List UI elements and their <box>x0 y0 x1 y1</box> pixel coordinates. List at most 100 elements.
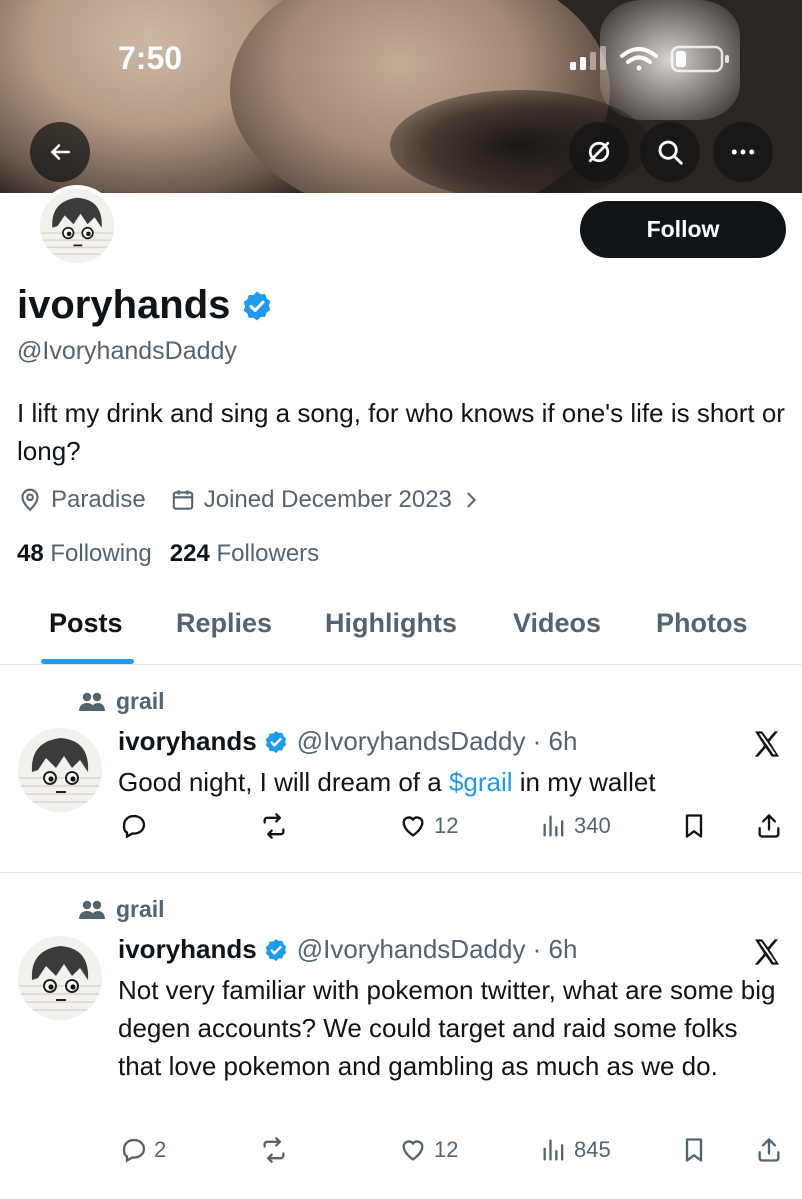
location-text: Paradise <box>51 486 146 513</box>
community-context[interactable]: grail <box>78 896 165 923</box>
post-text-part: Good night, I will dream of a <box>118 767 449 797</box>
tab-highlights[interactable]: Highlights <box>325 608 457 639</box>
followers-link[interactable]: 224 Followers <box>170 540 319 568</box>
profile-joined[interactable]: Joined December 2023 <box>170 486 482 514</box>
like-count: 12 <box>434 1137 459 1162</box>
profile-bio: I lift my drink and sing a song, for who… <box>17 398 785 466</box>
heart-icon <box>402 816 424 837</box>
views-button[interactable]: 845 <box>540 1136 611 1164</box>
post-header: ivoryhands @IvoryhandsDaddy · 6h <box>118 934 577 965</box>
community-icon <box>79 900 105 919</box>
heart-icon <box>402 1140 424 1161</box>
follow-button[interactable]: Follow <box>580 201 786 258</box>
avatar-drawing <box>40 189 114 263</box>
avatar-drawing <box>18 728 102 812</box>
followers-label: Followers <box>216 540 320 567</box>
views-button[interactable]: 340 <box>540 812 611 840</box>
verified-badge-icon <box>265 730 286 753</box>
bookmark-button[interactable] <box>680 812 708 840</box>
reply-icon <box>122 1138 146 1163</box>
like-button[interactable]: 12 <box>398 812 458 840</box>
repost-button[interactable] <box>258 1136 290 1164</box>
tab-videos[interactable]: Videos <box>513 608 601 639</box>
views-icon <box>543 1139 564 1161</box>
following-label: Following <box>50 540 152 567</box>
bookmark-button[interactable] <box>680 1136 708 1164</box>
location-pin-icon <box>21 488 39 512</box>
post-author-name[interactable]: ivoryhands <box>118 726 257 757</box>
reply-icon <box>122 814 146 839</box>
profile-display-name: ivoryhands <box>17 283 274 328</box>
tab-replies[interactable]: Replies <box>176 608 272 639</box>
back-button[interactable] <box>30 122 90 182</box>
views-count: 340 <box>574 813 611 838</box>
display-name-text: ivoryhands <box>17 283 231 327</box>
views-count: 845 <box>574 1137 611 1162</box>
signal-icon <box>570 46 606 70</box>
slash-circle-icon <box>588 141 610 163</box>
community-context[interactable]: grail <box>78 688 165 715</box>
like-button[interactable]: 12 <box>398 1136 458 1164</box>
chevron-right-icon <box>467 492 476 508</box>
active-tab-indicator <box>41 659 134 664</box>
search-icon <box>658 140 683 165</box>
post-text: Not very familiar with pokemon twitter, … <box>118 975 776 1081</box>
followers-count: 224 <box>169 540 210 567</box>
more-button[interactable] <box>713 122 773 182</box>
cashtag-link[interactable]: $grail <box>449 767 513 797</box>
profile-handle: @IvoryhandsDaddy <box>17 337 237 365</box>
bookmark-icon <box>685 814 703 838</box>
following-link[interactable]: 48 Following <box>17 540 152 568</box>
battery-icon <box>670 45 729 73</box>
profile-avatar[interactable] <box>36 185 118 267</box>
profile-meta: Paradise Joined December 2023 <box>17 486 506 514</box>
repost-button[interactable] <box>258 812 290 840</box>
arrow-left-icon <box>51 144 70 160</box>
reply-button[interactable] <box>120 812 154 840</box>
share-icon <box>758 1138 780 1162</box>
wifi-icon <box>620 47 658 71</box>
post-actions: 12 340 <box>0 812 802 852</box>
x-logo-icon[interactable] <box>750 936 784 968</box>
post-header: ivoryhands @IvoryhandsDaddy · 6h <box>118 726 577 757</box>
community-name: grail <box>116 688 165 714</box>
x-logo-icon[interactable] <box>750 728 784 760</box>
post-item[interactable]: grail ivoryhands @IvoryhandsDaddy · 6h N… <box>0 874 802 1199</box>
reply-button[interactable]: 2 <box>120 1136 166 1164</box>
joined-text: Joined December 2023 <box>203 486 452 513</box>
post-avatar[interactable] <box>18 936 102 1020</box>
grok-button[interactable] <box>569 122 629 182</box>
community-name: grail <box>116 896 165 922</box>
tab-posts[interactable]: Posts <box>49 608 123 639</box>
repost-icon <box>263 813 285 839</box>
views-icon <box>543 815 564 837</box>
verified-badge-icon[interactable] <box>240 289 274 323</box>
profile-location: Paradise <box>17 486 146 514</box>
post-author-name[interactable]: ivoryhands <box>118 934 257 965</box>
reply-count: 2 <box>154 1137 167 1162</box>
post-actions: 2 12 845 <box>0 1136 802 1176</box>
post-handle-time: @IvoryhandsDaddy · 6h <box>296 726 578 756</box>
community-icon <box>79 692 105 711</box>
post-item[interactable]: grail ivoryhands @IvoryhandsDaddy · 6h G… <box>0 666 802 873</box>
tab-photos[interactable]: Photos <box>656 608 748 639</box>
post-handle-time: @IvoryhandsDaddy · 6h <box>296 934 578 964</box>
share-button[interactable] <box>755 812 783 840</box>
avatar-drawing <box>18 936 102 1020</box>
verified-badge-icon <box>265 938 286 961</box>
status-icons <box>570 45 729 73</box>
profile-tabs: Posts Replies Highlights Videos Photos <box>0 600 802 665</box>
post-avatar[interactable] <box>18 728 102 812</box>
follow-counts: 48 Following 224 Followers <box>17 540 319 568</box>
search-button[interactable] <box>640 122 700 182</box>
post-text-part: in my wallet <box>512 767 656 797</box>
repost-icon <box>263 1137 285 1163</box>
post-text: Good night, I will dream of a $grail in … <box>118 763 788 801</box>
bookmark-icon <box>685 1138 703 1162</box>
status-time: 7:50 <box>118 40 183 76</box>
share-button[interactable] <box>755 1136 783 1164</box>
following-count: 48 <box>17 540 44 567</box>
share-icon <box>758 814 780 838</box>
like-count: 12 <box>434 813 459 838</box>
more-horizontal-icon <box>731 149 755 155</box>
